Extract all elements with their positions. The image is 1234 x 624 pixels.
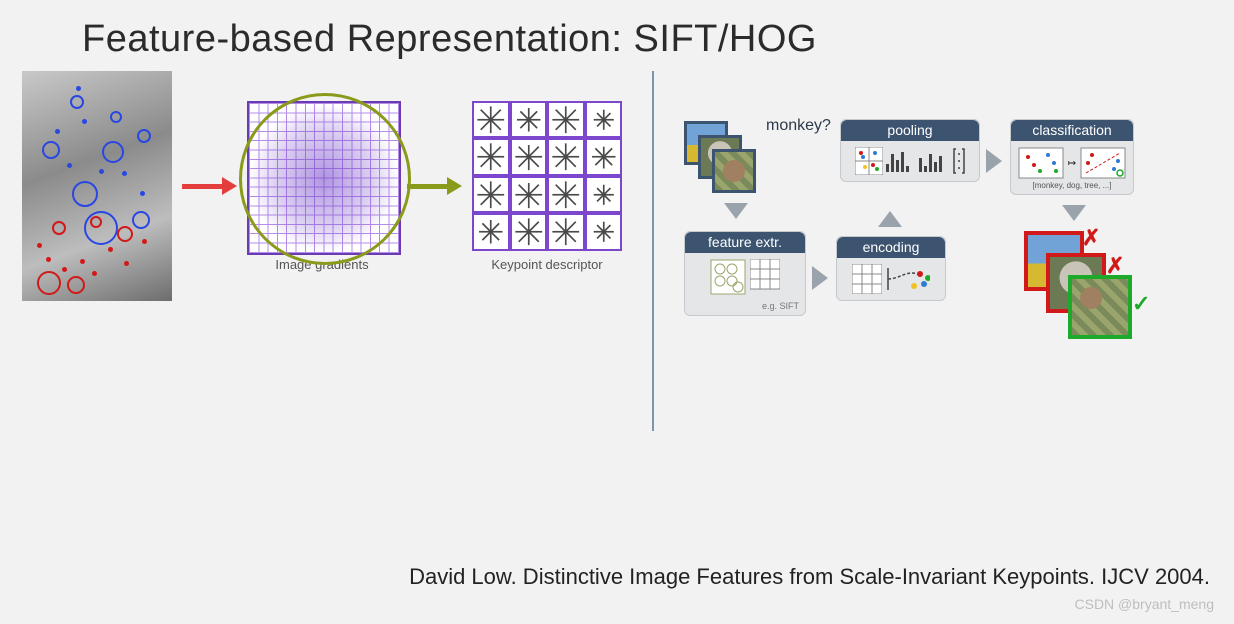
cross-mark-icon: ✗ (1082, 225, 1100, 251)
descriptor-caption: Keypoint descriptor (472, 257, 622, 272)
stage-feature-extraction-title: feature extr. (685, 232, 805, 253)
stage-classification-labels: [monkey, dog, tree, ...] (1011, 181, 1133, 194)
stage-pooling-title: pooling (841, 120, 979, 141)
stage-classification-title: classification (1011, 120, 1133, 141)
stage-encoding-title: encoding (837, 237, 945, 258)
arrow-right-icon (812, 266, 828, 290)
descriptor-block: Keypoint descriptor (472, 101, 622, 272)
arrow-right-icon (986, 149, 1002, 173)
vertical-divider (652, 71, 654, 431)
encoding-grid-icon (852, 264, 882, 294)
arrow-up-icon (878, 211, 902, 227)
stage-pooling: pooling (840, 119, 980, 182)
stage-encoding: encoding (836, 236, 946, 301)
histogram-icon (886, 150, 916, 172)
watermark-text: CSDN @bryant_meng (1075, 596, 1215, 612)
pipeline-panel: monkey? feature extr. (684, 111, 1234, 401)
histogram-icon (919, 150, 949, 172)
arrow-down-icon (1062, 205, 1086, 221)
arrow-to-gradients-icon (182, 180, 237, 192)
keypoint-photo (22, 71, 172, 301)
codebook-map-icon (886, 264, 930, 294)
feature-space-icon (1018, 147, 1064, 179)
stage-classification: classification ↦ (1010, 119, 1134, 195)
spm-grid-icon (855, 147, 883, 175)
sift-panel: Image gradients (22, 71, 622, 391)
slide-title: Feature-based Representation: SIFT/HOG (82, 18, 1212, 61)
gradient-block: Image gradients (247, 101, 397, 272)
psi-map-icon: ↦ (1068, 158, 1076, 169)
citation-text: David Low. Distinctive Image Features fr… (24, 564, 1210, 590)
check-mark-icon: ✓ (1132, 291, 1150, 317)
arrow-to-descriptor-icon (407, 180, 462, 192)
separated-space-icon (1080, 147, 1126, 179)
stage-feature-extraction-note: e.g. SIFT (685, 301, 805, 315)
feature-patch-icon (710, 259, 746, 295)
output-results: ✗ ✗ ✓ (1024, 231, 1204, 381)
stage-feature-extraction: feature extr. (684, 231, 806, 316)
content-row: Image gradients (22, 71, 1212, 471)
concat-bracket-icon (952, 147, 966, 175)
query-label: monkey? (766, 117, 831, 135)
feature-desc-icon (750, 259, 780, 295)
arrow-down-icon (724, 203, 748, 219)
